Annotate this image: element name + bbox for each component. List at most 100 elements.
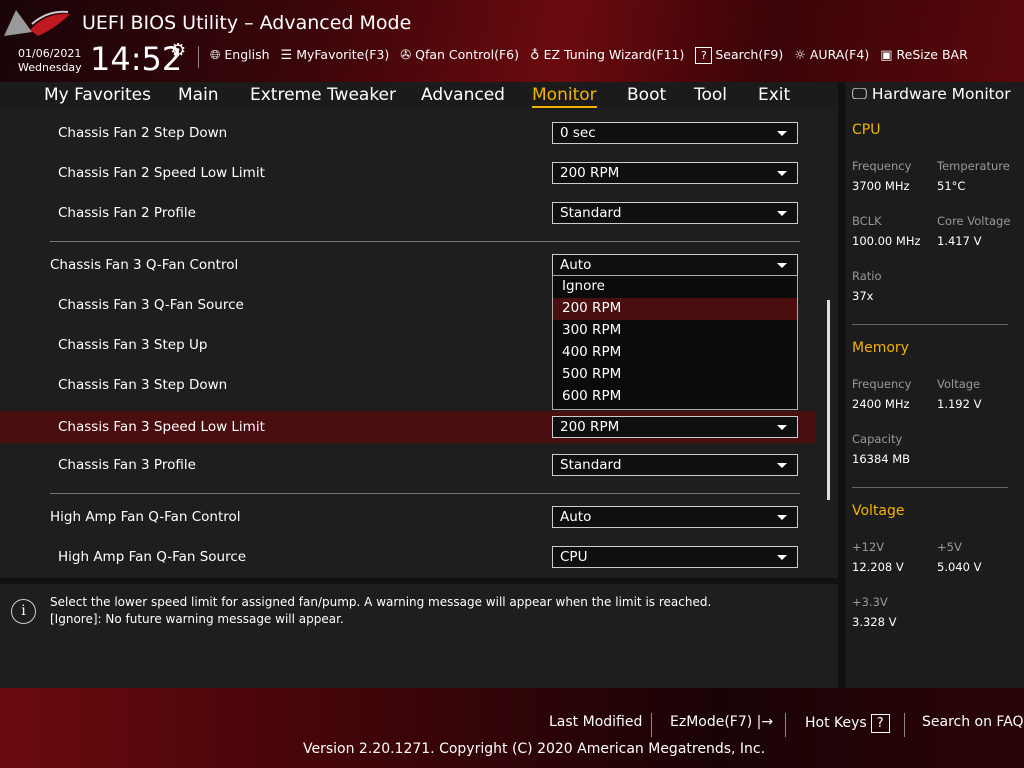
ezmode-button[interactable]: EzMode(F7) |→ — [670, 714, 773, 730]
help-icon: ? — [695, 47, 713, 64]
divider — [198, 46, 199, 68]
aura-icon: ☼ — [794, 48, 806, 63]
tab-exit[interactable]: Exit — [758, 85, 790, 105]
divider — [785, 713, 786, 737]
value: 3700 MHz — [852, 179, 910, 193]
value: 1.192 V — [937, 397, 982, 411]
setting-row[interactable]: Chassis Fan 2 Profile Standard — [0, 197, 816, 229]
qfan-control-button[interactable]: ✇ Qfan Control(F6) — [400, 47, 519, 64]
chevron-down-icon — [777, 463, 787, 468]
setting-label: Chassis Fan 3 Speed Low Limit — [58, 419, 265, 435]
label: EzMode(F7) — [670, 714, 753, 730]
last-modified-button[interactable]: Last Modified — [549, 714, 642, 730]
dropdown-option[interactable]: 300 RPM — [553, 320, 797, 342]
hot-keys-button[interactable]: Hot Keys? — [805, 714, 890, 733]
clock: 14:52 — [90, 40, 183, 78]
setting-dropdown[interactable]: 200 RPM — [552, 416, 798, 438]
list-icon: ☰ — [280, 48, 293, 63]
ez-tuning-wizard-button[interactable]: ♁ EZ Tuning Wizard(F11) — [530, 47, 684, 64]
tab-tool[interactable]: Tool — [694, 85, 727, 105]
day-text: Wednesday — [18, 61, 82, 74]
tab-main[interactable]: Main — [178, 85, 219, 105]
footer: Last Modified EzMode(F7) |→ Hot Keys? Se… — [0, 688, 1024, 768]
label: Temperature — [937, 159, 1010, 173]
chevron-down-icon — [777, 555, 787, 560]
divider — [904, 713, 905, 737]
search-button[interactable]: ? Search(F9) — [695, 47, 783, 64]
dropdown-option[interactable]: 600 RPM — [553, 386, 797, 408]
setting-dropdown[interactable]: 0 sec — [552, 122, 798, 144]
toolbar: 🌐︎ English ☰ MyFavorite(F3) ✇ Qfan Control(… — [210, 47, 968, 64]
setting-row[interactable]: Chassis Fan 2 Speed Low Limit 200 RPM — [0, 157, 816, 189]
tab-monitor[interactable]: Monitor — [532, 85, 597, 108]
divider — [651, 713, 652, 737]
dropdown-option[interactable]: 500 RPM — [553, 364, 797, 386]
section-voltage: Voltage — [852, 503, 905, 519]
label: BCLK — [852, 214, 882, 228]
tab-my-favorites[interactable]: My Favorites — [44, 85, 151, 105]
label: +12V — [852, 540, 885, 554]
gear-icon[interactable]: ⚙ — [170, 40, 186, 61]
monitor-icon: 🖵︎ — [852, 85, 867, 103]
resize-bar-button[interactable]: ▣ ReSize BAR — [880, 47, 968, 64]
setting-label: Chassis Fan 3 Step Down — [58, 377, 228, 393]
lightbulb-icon: ♁ — [530, 48, 540, 63]
dropdown-value: Standard — [560, 205, 622, 221]
dropdown-option[interactable]: 400 RPM — [553, 342, 797, 364]
divider — [852, 487, 1008, 488]
value: 1.417 V — [937, 234, 982, 248]
setting-dropdown[interactable]: Auto — [552, 506, 798, 528]
fan-icon: ✇ — [400, 48, 412, 63]
value: 12.208 V — [852, 560, 904, 574]
divider — [50, 493, 800, 494]
chevron-down-icon — [777, 211, 787, 216]
setting-dropdown[interactable]: CPU — [552, 546, 798, 568]
dropdown-value: 0 sec — [560, 125, 596, 141]
setting-row-selected[interactable]: Chassis Fan 3 Speed Low Limit 200 RPM — [0, 411, 816, 443]
setting-dropdown[interactable]: Standard — [552, 202, 798, 224]
globe-icon: 🌐︎ — [210, 48, 221, 63]
search-faq-button[interactable]: Search on FAQ — [922, 714, 1024, 730]
scrollbar[interactable] — [827, 300, 830, 500]
value: 16384 MB — [852, 452, 911, 466]
setting-dropdown[interactable]: 200 RPM — [552, 162, 798, 184]
tab-advanced[interactable]: Advanced — [421, 85, 505, 105]
setting-row[interactable]: Chassis Fan 2 Step Down 0 sec — [0, 117, 816, 149]
setting-label: Chassis Fan 3 Q-Fan Source — [58, 297, 244, 313]
setting-row[interactable]: High Amp Fan Q-Fan Source CPU — [0, 541, 816, 573]
hardware-monitor: 🖵︎ Hardware Monitor CPU Frequency Temper… — [845, 82, 1024, 688]
value: 37x — [852, 289, 874, 303]
label: +5V — [937, 540, 962, 554]
aura-button[interactable]: ☼ AURA(F4) — [794, 47, 869, 64]
main-nav: My Favorites Main Extreme Tweaker Advanc… — [0, 82, 838, 110]
setting-row[interactable]: High Amp Fan Q-Fan Control Auto — [0, 501, 816, 533]
setting-row[interactable]: Chassis Fan 3 Profile Standard — [0, 449, 816, 481]
setting-dropdown[interactable]: Auto — [552, 254, 798, 276]
chevron-down-icon — [777, 171, 787, 176]
info-icon: i — [11, 599, 36, 624]
value: 2400 MHz — [852, 397, 910, 411]
section-memory: Memory — [852, 340, 909, 356]
chevron-down-icon — [777, 263, 787, 268]
dropdown-value: CPU — [560, 549, 588, 565]
label: Hot Keys — [805, 715, 867, 731]
value: 5.040 V — [937, 560, 982, 574]
label: ReSize BAR — [896, 47, 968, 62]
language-button[interactable]: 🌐︎ English — [210, 47, 270, 64]
dropdown-value: Standard — [560, 457, 622, 473]
app-title: UEFI BIOS Utility – Advanced Mode — [82, 12, 412, 34]
dropdown-value: Auto — [560, 257, 592, 273]
dropdown-option-selected[interactable]: 200 RPM — [553, 298, 797, 320]
dropdown-value: 200 RPM — [560, 419, 620, 435]
setting-dropdown[interactable]: Standard — [552, 454, 798, 476]
tab-extreme-tweaker[interactable]: Extreme Tweaker — [250, 85, 396, 105]
chevron-down-icon — [777, 515, 787, 520]
setting-label: Chassis Fan 3 Profile — [58, 457, 196, 473]
exit-arrow-icon: |→ — [752, 714, 774, 730]
value: 3.328 V — [852, 615, 897, 629]
myfavorite-button[interactable]: ☰ MyFavorite(F3) — [281, 47, 390, 64]
setting-label: High Amp Fan Q-Fan Source — [58, 549, 247, 565]
label: English — [224, 47, 270, 62]
dropdown-option[interactable]: Ignore — [553, 276, 797, 298]
tab-boot[interactable]: Boot — [627, 85, 666, 105]
